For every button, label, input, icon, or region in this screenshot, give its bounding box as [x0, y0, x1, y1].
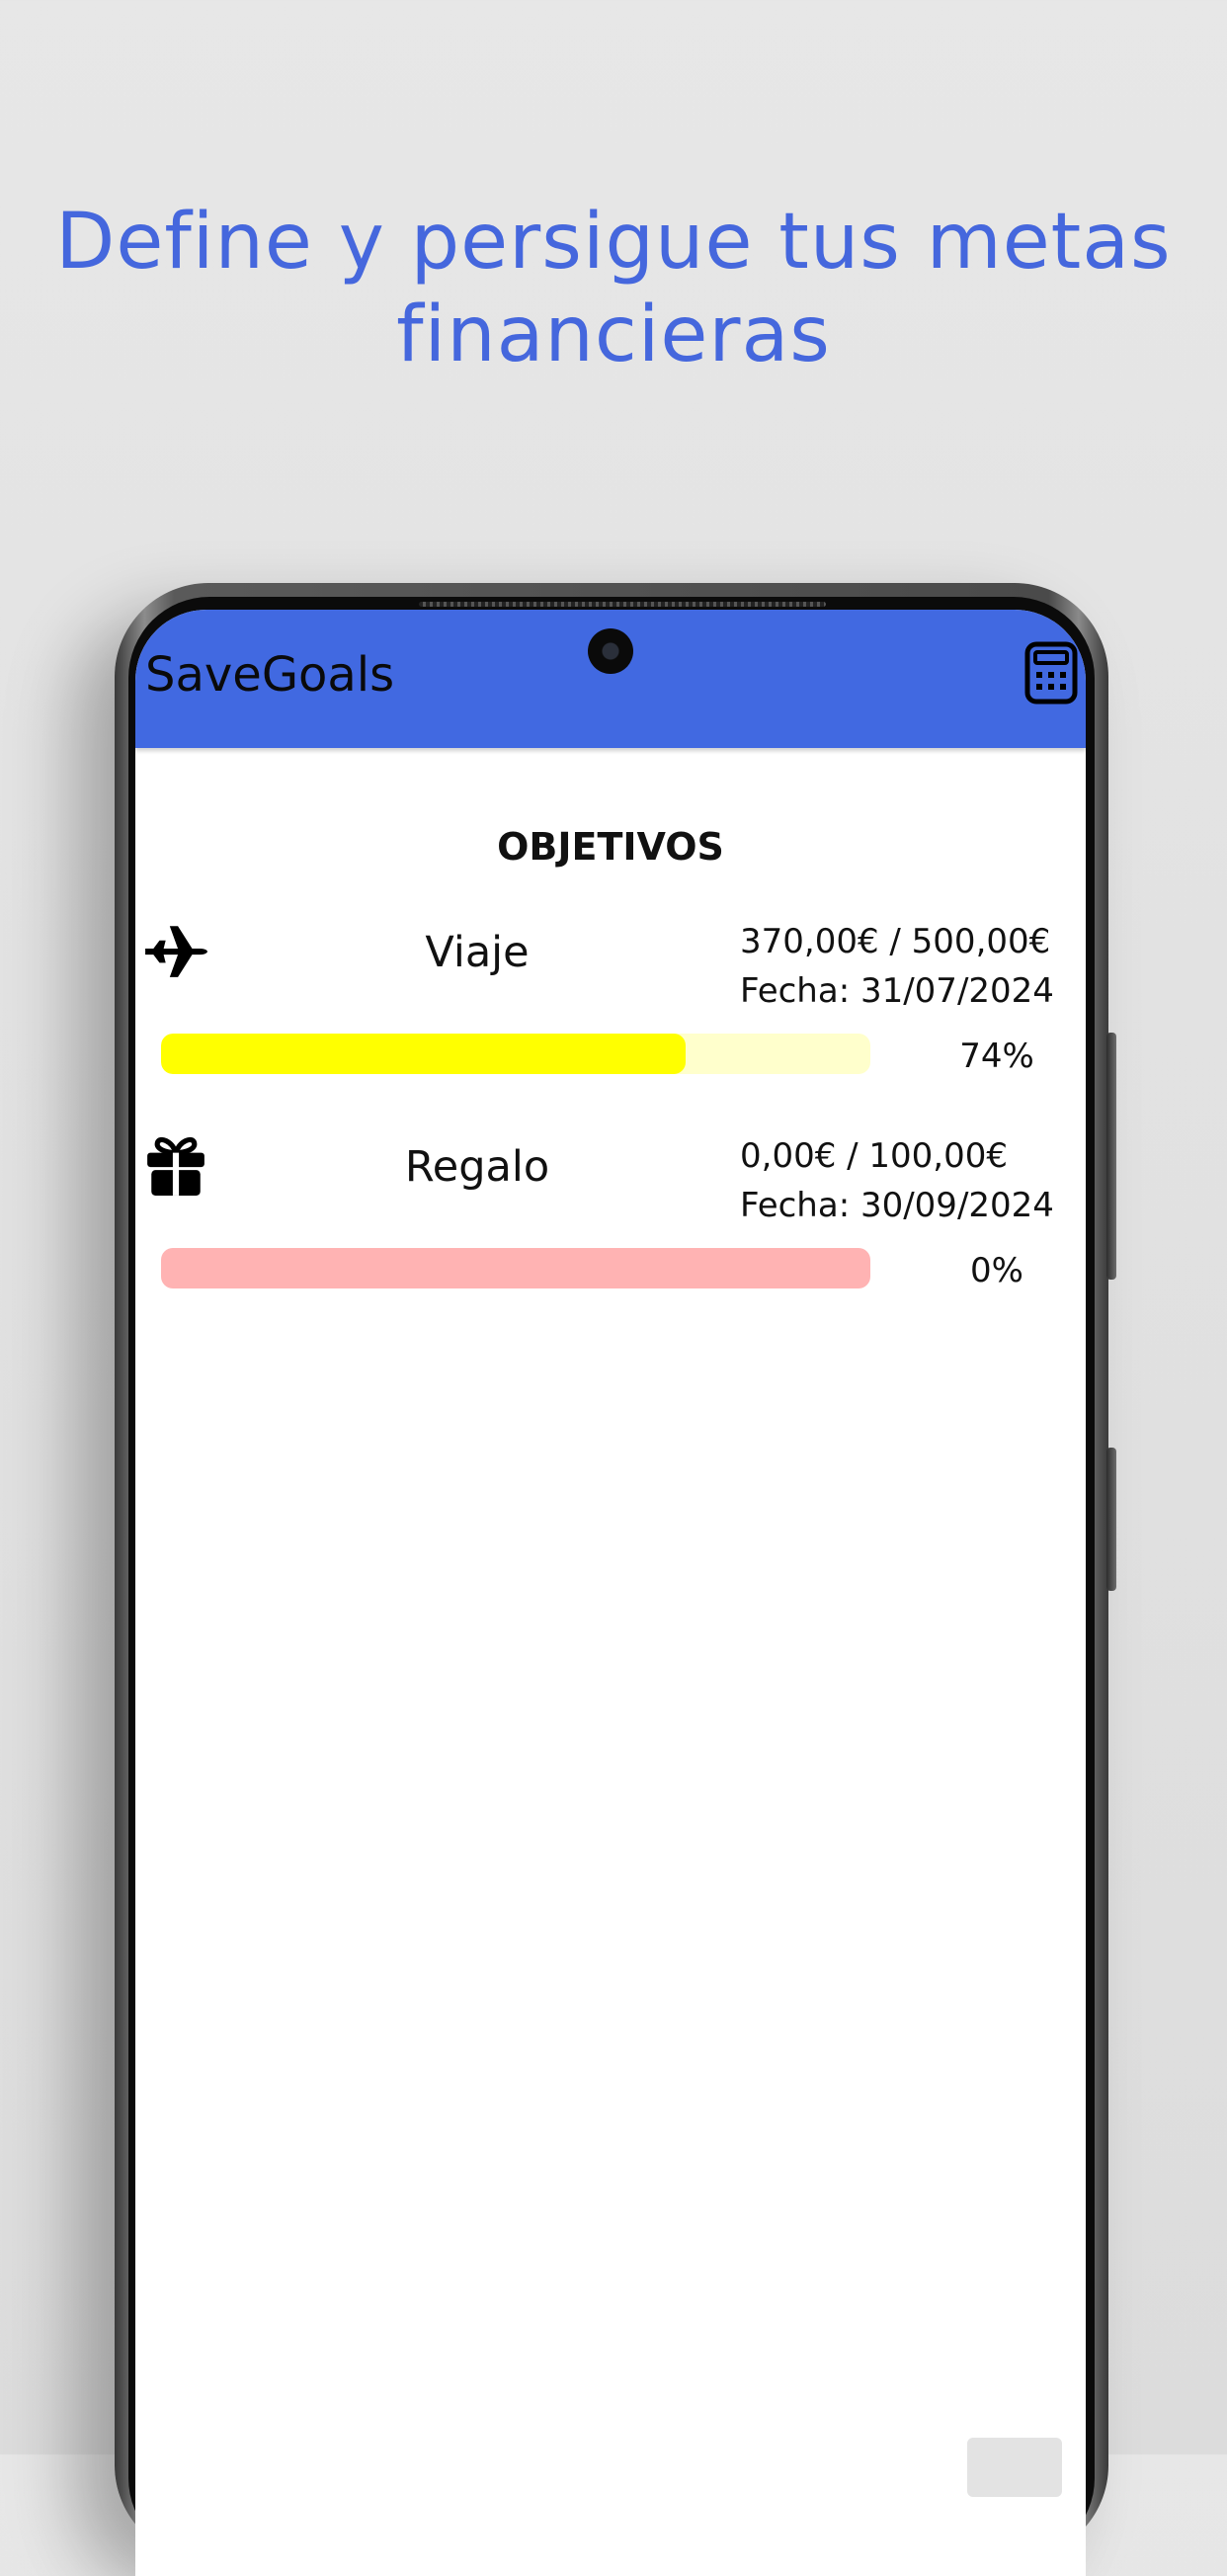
speaker-grill	[419, 602, 826, 607]
app-title: SaveGoals	[145, 647, 395, 703]
app-screen: SaveGoals OBJETIVOS Viaje 370,00€ / 500,…	[135, 610, 1086, 2576]
front-camera	[588, 628, 633, 674]
goal-name: Regalo	[404, 1142, 550, 1192]
goal-progress-bar	[161, 1034, 870, 1074]
airplane-icon	[145, 926, 207, 977]
add-goal-button[interactable]	[967, 2438, 1062, 2497]
goal-progress-fill	[161, 1034, 687, 1074]
goal-progress-bar	[161, 1248, 870, 1288]
section-title: OBJETIVOS	[497, 825, 724, 869]
power-button	[1106, 1448, 1116, 1591]
goal-item[interactable]: Regalo 0,00€ / 100,00€ Fecha: 30/09/2024…	[135, 1132, 1086, 1330]
goal-amount: 0,00€ / 100,00€	[740, 1136, 1009, 1176]
goal-date: Fecha: 31/07/2024	[740, 971, 1054, 1011]
calculator-icon	[1024, 641, 1078, 705]
calculator-button[interactable]	[1024, 641, 1078, 705]
app-bar: SaveGoals	[135, 610, 1086, 748]
gift-icon	[147, 1136, 204, 1196]
goal-name: Viaje	[425, 928, 530, 977]
goal-percent: 74%	[959, 1037, 1034, 1076]
volume-button	[1106, 1033, 1116, 1280]
goal-percent: 0%	[970, 1251, 1023, 1290]
goal-date: Fecha: 30/09/2024	[740, 1186, 1054, 1225]
promo-headline-line-1: Define y persigue tus metas	[55, 198, 1172, 287]
phone-frame: SaveGoals OBJETIVOS Viaje 370,00€ / 500,…	[115, 583, 1116, 2576]
promo-headline: Define y persigue tus metas financieras	[0, 196, 1227, 381]
promo-headline-line-2: financieras	[396, 291, 831, 379]
goal-item[interactable]: Viaje 370,00€ / 500,00€ Fecha: 31/07/202…	[135, 918, 1086, 1116]
goal-amount: 370,00€ / 500,00€	[740, 922, 1051, 961]
